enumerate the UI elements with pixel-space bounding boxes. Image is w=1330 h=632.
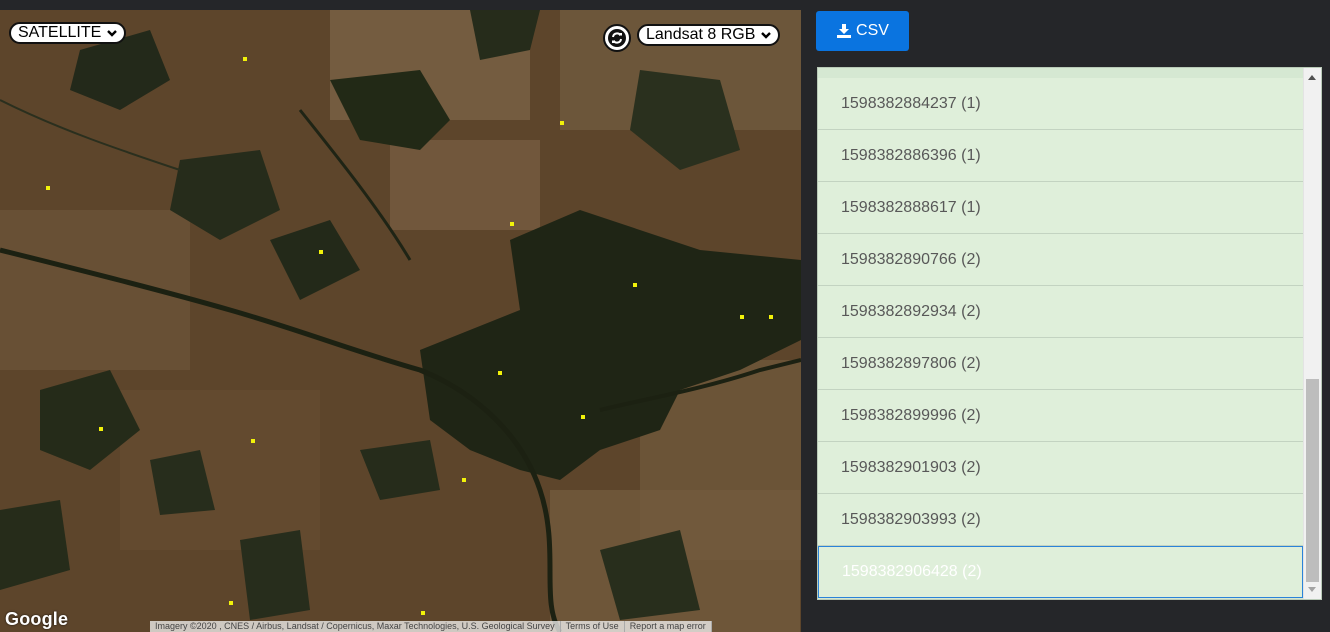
csv-button-label: CSV — [856, 22, 889, 39]
chevron-down-icon — [761, 32, 772, 39]
scroll-down-arrow-icon[interactable] — [1308, 587, 1316, 592]
detection-point[interactable] — [633, 283, 637, 287]
timestamp-list[interactable]: 1598382884237 (1) 1598382886396 (1) 159838… — [817, 67, 1322, 600]
timestamp-list-items: 1598382884237 (1) 1598382886396 (1) 159838… — [818, 78, 1303, 598]
detection-point[interactable] — [510, 222, 514, 226]
chevron-down-icon — [107, 30, 118, 37]
detection-point[interactable] — [319, 250, 323, 254]
detection-point[interactable] — [251, 439, 255, 443]
google-logo: Google — [5, 609, 69, 629]
detection-point[interactable] — [498, 371, 502, 375]
list-item[interactable]: 1598382903993 (2) — [818, 494, 1303, 546]
download-icon — [837, 24, 852, 38]
list-item[interactable]: 1598382888617 (1) — [818, 182, 1303, 234]
basemap-select-value: SATELLITE — [18, 24, 102, 41]
list-item[interactable]: 1598382890766 (2) — [818, 234, 1303, 286]
list-item[interactable]: 1598382901903 (2) — [818, 442, 1303, 494]
detection-point[interactable] — [740, 315, 744, 319]
list-item[interactable]: 1598382897806 (2) — [818, 338, 1303, 390]
detection-point[interactable] — [243, 57, 247, 61]
layer-select-value: Landsat 8 RGB — [646, 26, 756, 43]
list-item[interactable]: 1598382899996 (2) — [818, 390, 1303, 442]
detection-point[interactable] — [581, 415, 585, 419]
csv-download-button[interactable]: CSV — [816, 11, 909, 51]
imagery-attribution: Imagery ©2020 , CNES / Airbus, Landsat /… — [150, 621, 561, 632]
basemap-select[interactable]: SATELLITE — [9, 22, 127, 44]
detection-point[interactable] — [421, 611, 425, 615]
satellite-map[interactable]: SATELLITE Landsat 8 RGB Google Imagery ©… — [0, 10, 801, 632]
satellite-imagery — [0, 10, 801, 632]
layer-select[interactable]: Landsat 8 RGB — [637, 24, 781, 46]
list-item-selected[interactable]: 1598382906428 (2) — [818, 546, 1303, 598]
map-attribution: Imagery ©2020 , CNES / Airbus, Landsat /… — [150, 621, 712, 632]
detection-point[interactable] — [769, 315, 773, 319]
detection-point[interactable] — [46, 186, 50, 190]
scrollbar-thumb[interactable] — [1306, 379, 1319, 582]
list-item[interactable]: 1598382892934 (2) — [818, 286, 1303, 338]
refresh-icon — [608, 29, 626, 47]
detection-point[interactable] — [560, 121, 564, 125]
terms-of-use-link[interactable]: Terms of Use — [560, 621, 625, 632]
scroll-up-arrow-icon[interactable] — [1308, 75, 1316, 80]
list-item[interactable]: 1598382884237 (1) — [818, 78, 1303, 130]
detection-point[interactable] — [229, 601, 233, 605]
report-map-error-link[interactable]: Report a map error — [624, 621, 712, 632]
list-scrollbar[interactable] — [1303, 68, 1321, 599]
detection-point[interactable] — [462, 478, 466, 482]
list-item[interactable]: 1598382886396 (1) — [818, 130, 1303, 182]
detection-point[interactable] — [99, 427, 103, 431]
refresh-button[interactable] — [603, 24, 631, 52]
